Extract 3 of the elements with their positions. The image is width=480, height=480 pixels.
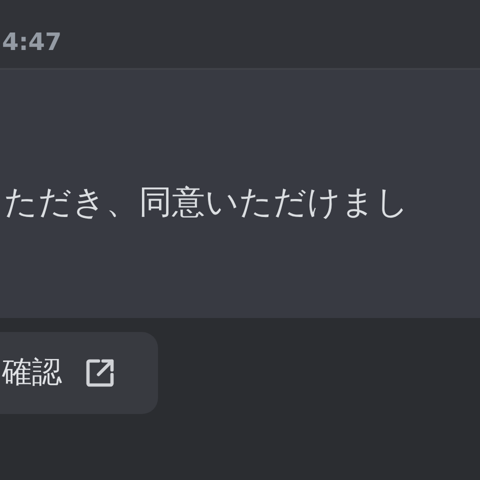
message-text: ただき、同意いただけまし: [3, 184, 409, 218]
confirm-button[interactable]: 確認: [0, 332, 158, 414]
timestamp: 4:47: [1, 30, 62, 54]
